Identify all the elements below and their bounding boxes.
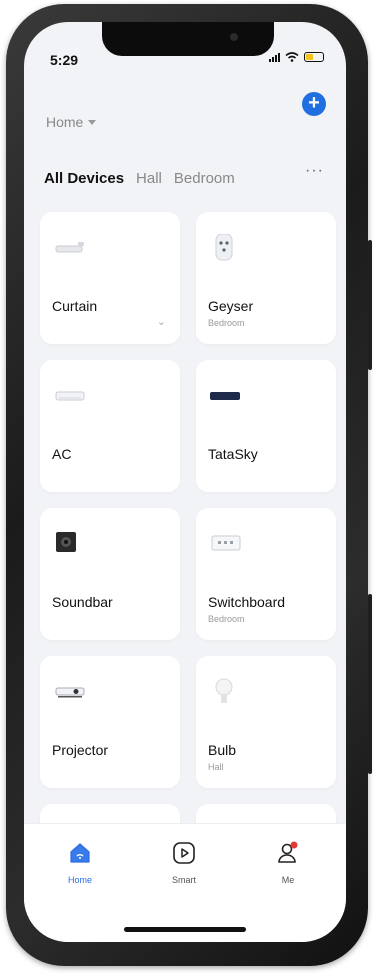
device-name: TataSky [208,446,258,462]
device-card-geyser[interactable]: Geyser Bedroom [196,212,336,344]
ac-icon [55,391,85,401]
device-name: AC [52,446,72,462]
device-card-soundbar[interactable]: Soundbar [40,508,180,640]
tab-all-devices[interactable]: All Devices [44,170,124,187]
bottom-tab-bar: Home Smart Me [24,823,346,942]
power-button [368,240,372,370]
wifi-icon [285,52,299,62]
switchboard-icon [211,535,241,551]
tab-bedroom[interactable]: Bedroom [174,170,235,187]
notification-badge [290,841,298,849]
chevron-down-icon[interactable]: ⌄ [157,315,166,328]
tab-me[interactable]: Me [258,840,318,885]
plug-icon [215,234,233,261]
smart-play-icon [173,842,195,864]
device-card-ac[interactable]: AC [40,360,180,492]
add-device-button[interactable]: + [302,92,326,116]
phone-frame: 5:29 Home + All Devices Hall Bedroom ··· [6,4,372,966]
device-name: Bulb [208,742,237,758]
device-name: Soundbar [52,594,113,610]
device-card-switchboard[interactable]: Switchboard Bedroom [196,508,336,640]
home-indicator [124,927,246,932]
app-screen: 5:29 Home + All Devices Hall Bedroom ··· [24,22,346,942]
profile-icon [278,841,298,863]
status-icons [269,52,324,62]
device-card-curtain[interactable]: Curtain ⌄ [40,212,180,344]
home-selector-label: Home [46,114,84,130]
speaker-icon [56,532,76,552]
side-button [368,594,372,774]
camera-icon [230,33,238,41]
settop-box-icon [210,392,240,400]
device-name: Projector [52,742,109,758]
device-room: Bedroom [208,614,245,624]
more-options-icon[interactable]: ··· [305,162,324,180]
device-card-projector[interactable]: Projector [40,656,180,788]
bulb-icon [215,678,233,703]
dropdown-triangle-icon [88,119,97,125]
status-time: 5:29 [50,52,79,68]
device-card-bulb[interactable]: Bulb Hall [196,656,336,788]
battery-icon [304,52,324,62]
signal-icon [269,52,280,62]
notch [102,22,274,56]
tab-label: Me [281,875,295,885]
tab-label: Smart [171,875,196,885]
device-card-tatasky[interactable]: TataSky [196,360,336,492]
tab-label: Home [67,875,92,885]
room-tabs: All Devices Hall Bedroom [44,170,235,187]
device-name: Geyser [208,298,254,314]
tab-home[interactable]: Home [50,840,110,885]
device-room: Hall [208,762,224,772]
projector-icon [55,687,85,698]
device-name: Curtain [52,298,98,314]
device-name: Switchboard [208,594,286,610]
device-room: Bedroom [208,318,245,328]
tab-hall[interactable]: Hall [136,170,162,187]
tab-smart[interactable]: Smart [154,840,214,885]
home-selector[interactable]: Home [46,114,97,130]
home-icon [70,843,90,863]
curtain-icon [55,242,84,253]
